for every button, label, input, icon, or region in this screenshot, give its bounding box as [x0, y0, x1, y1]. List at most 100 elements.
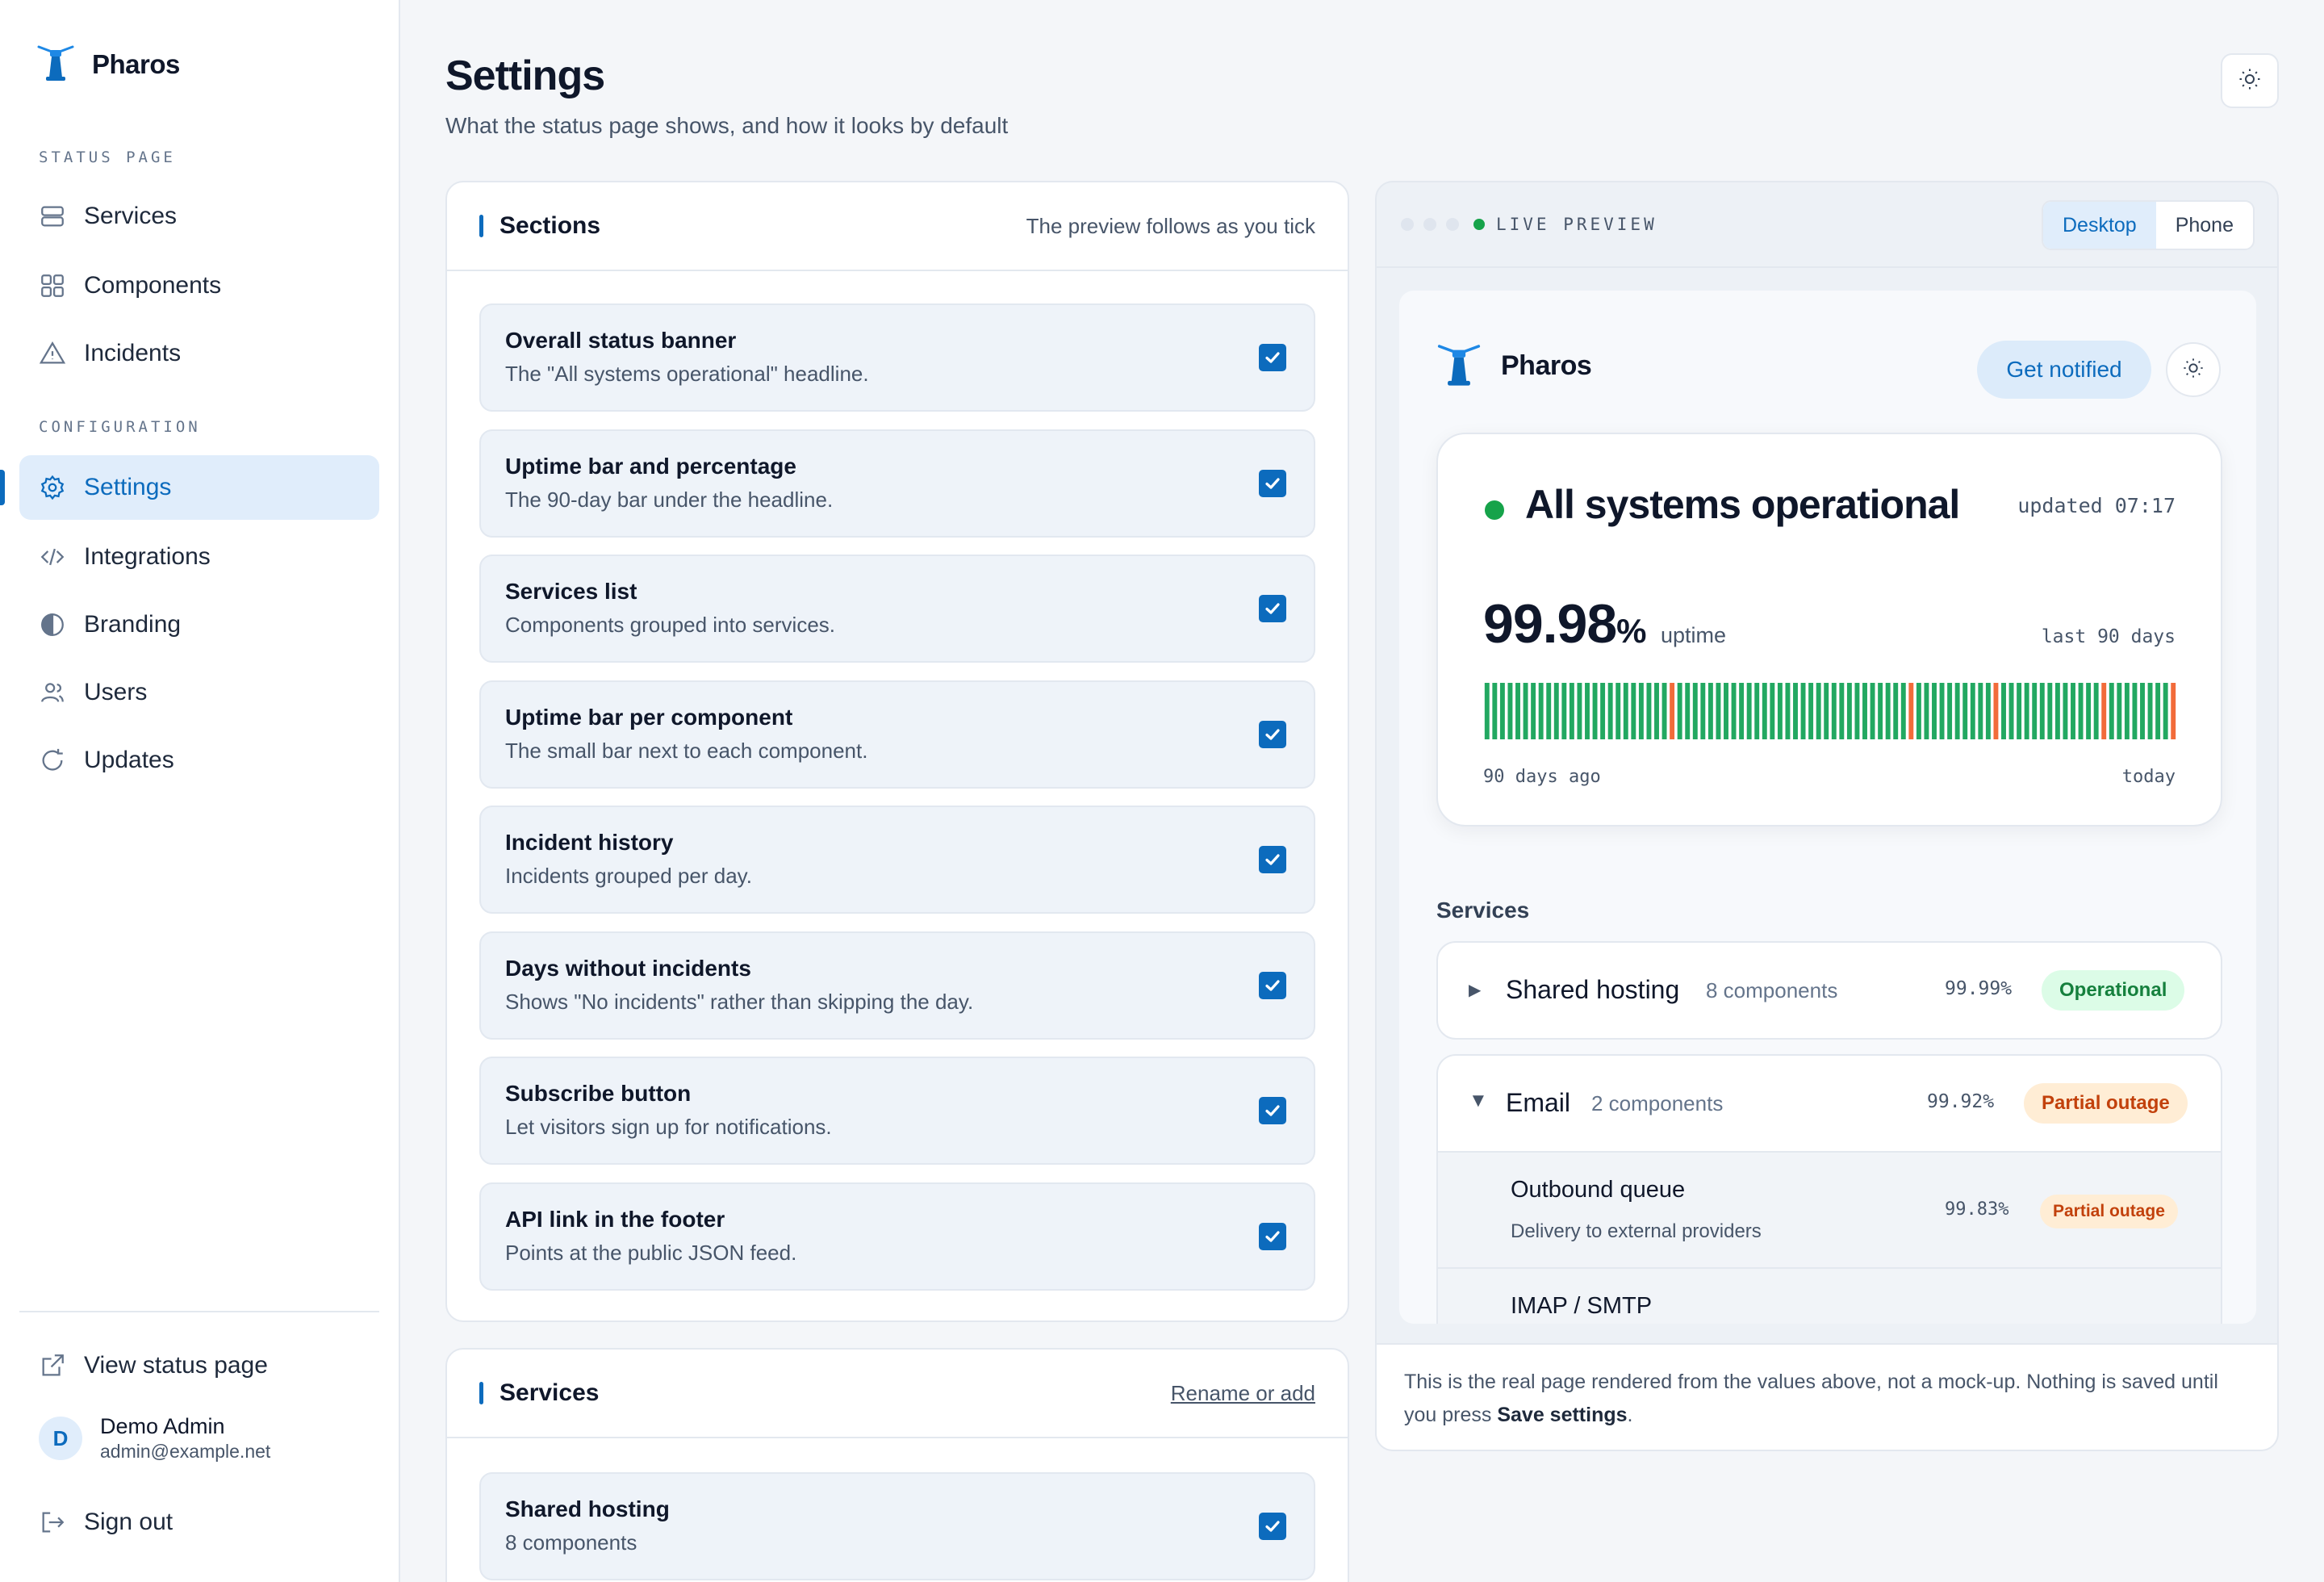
sections-card-hint: The preview follows as you tick — [1026, 213, 1315, 238]
uptime-day-bar — [1900, 683, 1906, 739]
sidebar-item-label: Updates — [84, 747, 174, 773]
external-link-icon — [39, 1352, 66, 1379]
sidebar-divider — [19, 1311, 379, 1312]
uptime-percent-sign: % — [1616, 612, 1646, 650]
option-checkbox[interactable] — [1259, 1222, 1286, 1250]
sections-card: Sections The preview follows as you tick… — [445, 181, 1349, 1322]
check-icon — [1265, 728, 1280, 740]
uptime-percentage: 99.98% — [1483, 592, 1647, 655]
uptime-day-bar — [1908, 683, 1914, 739]
option-title: Subscribe button — [505, 1081, 692, 1106]
sidebar: Pharos STATUS PAGE Services Components I… — [0, 0, 400, 1582]
section-option[interactable]: Services list Components grouped into ser… — [479, 555, 1315, 663]
uptime-day-bar — [2024, 683, 2029, 739]
sidebar-item-label: Integrations — [84, 543, 211, 570]
option-title: Days without incidents — [505, 955, 751, 981]
uptime-day-bar — [1685, 683, 1691, 739]
uptime-day-bar — [2093, 683, 2099, 739]
uptime-day-bar — [2109, 683, 2114, 739]
lighthouse-logo-icon — [1436, 341, 1482, 391]
uptime-day-bar — [1839, 683, 1845, 739]
uptime-value: 99.98 — [1483, 593, 1617, 655]
section-option[interactable]: Overall status banner The "All systems op… — [479, 303, 1315, 412]
preview-mode-toggle: Desktop Phone — [2041, 200, 2255, 250]
option-title: Uptime bar and percentage — [505, 453, 796, 479]
service-option-shared-hosting[interactable]: Shared hosting 8 components — [479, 1472, 1315, 1580]
section-option[interactable]: Days without incidents Shows "No incident… — [479, 931, 1315, 1040]
uptime-day-bar — [2017, 683, 2022, 739]
sidebar-item-components[interactable]: Components — [19, 253, 379, 318]
service-row-email[interactable]: ▼ Email 2 components 99.92% Partial outa… — [1436, 1054, 2222, 1324]
theme-toggle-button[interactable] — [2221, 53, 2279, 108]
preview-note-bold: Save settings — [1497, 1404, 1628, 1426]
uptime-day-bar — [1762, 683, 1767, 739]
option-checkbox[interactable] — [1259, 1513, 1286, 1540]
uptime-day-bar — [1962, 683, 1968, 739]
sidebar-item-incidents[interactable]: Incidents — [19, 321, 379, 386]
option-checkbox[interactable] — [1259, 1097, 1286, 1124]
view-status-page-link[interactable]: View status page — [19, 1333, 379, 1398]
section-option[interactable]: Incident history Incidents grouped per da… — [479, 806, 1315, 914]
live-preview-panel: LIVE PREVIEW Desktop Phone Pharos Get no… — [1375, 181, 2279, 1451]
check-icon — [1265, 603, 1280, 614]
sidebar-item-services[interactable]: Services — [19, 184, 379, 249]
uptime-day-bar — [1808, 683, 1814, 739]
collapse-arrow-icon: ▼ — [1469, 1090, 1488, 1111]
uptime-day-bar — [1646, 683, 1652, 739]
services-card-header: Services Rename or add — [447, 1350, 1348, 1438]
uptime-day-bar — [2171, 683, 2176, 739]
preview-theme-toggle[interactable] — [2166, 342, 2221, 397]
sections-card-title: Sections — [479, 212, 600, 240]
section-option[interactable]: Subscribe button Let visitors sign up for… — [479, 1057, 1315, 1165]
sidebar-item-settings[interactable]: Settings — [0, 455, 379, 520]
section-option[interactable]: API link in the footer Points at the publ… — [479, 1182, 1315, 1291]
mode-phone-button[interactable]: Phone — [2156, 202, 2253, 249]
component-name: Outbound queue — [1511, 1177, 1686, 1203]
uptime-day-bar — [1854, 683, 1860, 739]
sidebar-item-updates[interactable]: Updates — [19, 728, 379, 793]
uptime-day-bar — [1862, 683, 1867, 739]
uptime-day-bar — [2086, 683, 2092, 739]
option-checkbox[interactable] — [1259, 720, 1286, 748]
section-option[interactable]: Uptime bar and percentage The 90-day bar … — [479, 429, 1315, 538]
component-row-outbound-queue[interactable]: Outbound queue Delivery to external prov… — [1438, 1151, 2221, 1267]
contrast-icon — [39, 611, 66, 638]
option-description: Let visitors sign up for notifications. — [505, 1115, 832, 1139]
component-row-imap-smtp[interactable]: IMAP / SMTP — [1438, 1267, 2221, 1324]
uptime-day-bar — [2132, 683, 2138, 739]
sidebar-item-branding[interactable]: Branding — [19, 592, 379, 657]
window-dot — [1423, 218, 1436, 231]
option-checkbox[interactable] — [1259, 344, 1286, 371]
component-uptime: 99.83% — [1945, 1199, 2009, 1220]
status-dot — [1485, 500, 1504, 520]
users-icon — [39, 679, 66, 706]
rename-or-add-link[interactable]: Rename or add — [1171, 1381, 1315, 1406]
get-notified-button[interactable]: Get notified — [1977, 341, 2151, 399]
code-icon — [39, 543, 66, 571]
section-option[interactable]: Uptime bar per component The small bar ne… — [479, 680, 1315, 789]
service-row-shared-hosting[interactable]: ▶ Shared hosting 8 components 99.99% Ope… — [1436, 941, 2222, 1040]
option-checkbox[interactable] — [1259, 846, 1286, 873]
sidebar-item-integrations[interactable]: Integrations — [19, 525, 379, 589]
option-description: Incidents grouped per day. — [505, 864, 752, 888]
uptime-day-bar — [2078, 683, 2084, 739]
uptime-day-bar — [1623, 683, 1628, 739]
uptime-day-bar — [1577, 683, 1582, 739]
uptime-day-bar — [2008, 683, 2014, 739]
sidebar-item-users[interactable]: Users — [19, 660, 379, 725]
uptime-day-bar — [1585, 683, 1590, 739]
preview-status-page: Pharos Get notified All systems operatio… — [1399, 291, 2256, 1324]
preview-services-heading: Services — [1436, 898, 1530, 923]
brand[interactable]: Pharos — [37, 42, 180, 86]
status-headline: All systems operational — [1525, 482, 1960, 527]
sign-out-button[interactable]: Sign out — [19, 1490, 379, 1555]
user-profile[interactable]: D Demo Admin admin@example.net — [39, 1414, 270, 1463]
uptime-day-bar — [1607, 683, 1613, 739]
option-checkbox[interactable] — [1259, 469, 1286, 497]
lighthouse-logo-icon — [37, 42, 74, 86]
option-checkbox[interactable] — [1259, 971, 1286, 999]
option-checkbox[interactable] — [1259, 595, 1286, 622]
mode-desktop-button[interactable]: Desktop — [2042, 202, 2156, 249]
sections-card-header: Sections The preview follows as you tick — [447, 182, 1348, 271]
uptime-day-bar — [1885, 683, 1891, 739]
